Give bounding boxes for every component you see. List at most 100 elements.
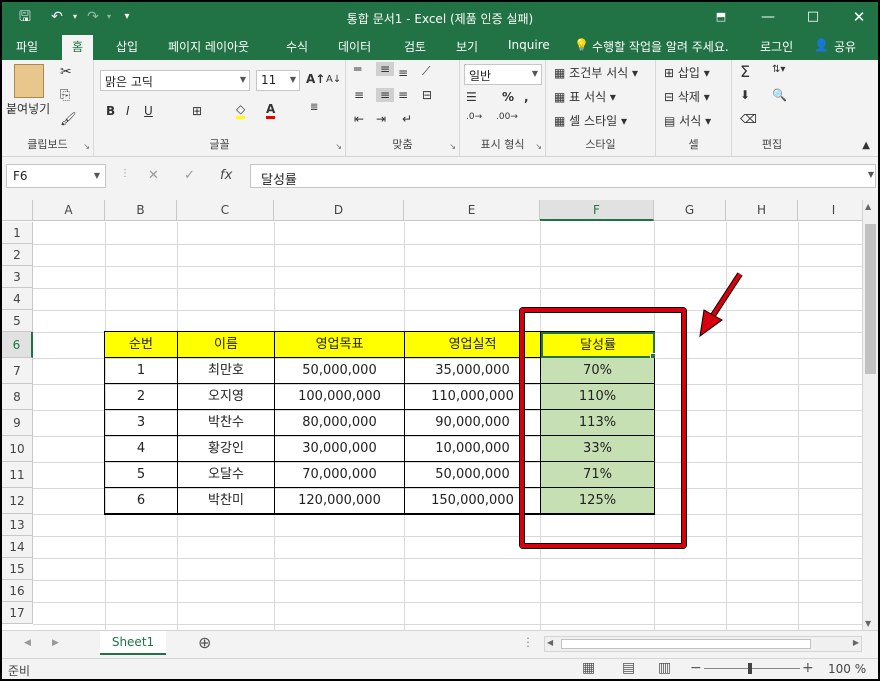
increase-font-icon[interactable]: A↑ <box>306 72 325 86</box>
vertical-scrollbar[interactable]: ▲ ▼ <box>862 200 878 630</box>
phonetic-guide-icon[interactable]: ≣ <box>310 102 318 113</box>
accounting-format-icon[interactable]: ☰ <box>466 90 477 104</box>
dialog-launcher-icon[interactable]: ↘ <box>335 142 342 151</box>
tab-page-layout[interactable]: 페이지 레이아웃 <box>168 38 249 55</box>
comma-style-icon[interactable]: , <box>524 90 529 104</box>
font-color-icon[interactable]: A <box>266 102 276 119</box>
scroll-right-icon[interactable]: ▶ <box>853 638 859 647</box>
scroll-left-icon[interactable]: ◀ <box>547 638 553 647</box>
copy-icon[interactable]: ⎘ <box>60 88 70 103</box>
table-header-cell[interactable]: 영업목표 <box>275 332 405 358</box>
format-cells-button[interactable]: ▤ 서식 ▾ <box>664 112 711 129</box>
formula-input[interactable]: 달성률 <box>250 164 876 188</box>
sign-in-link[interactable]: 로그인 <box>760 38 793 55</box>
dialog-launcher-icon[interactable]: ↘ <box>83 142 90 151</box>
horizontal-scroll-thumb[interactable] <box>561 639 811 649</box>
share-button[interactable]: 공유 <box>834 38 856 55</box>
bold-icon[interactable]: B <box>106 104 115 118</box>
cut-icon[interactable]: ✂ <box>60 64 72 80</box>
table-cell[interactable]: 황강인 <box>178 436 275 462</box>
merge-center-icon[interactable]: ⊟ <box>422 88 432 102</box>
paste-icon[interactable] <box>14 64 44 98</box>
close-icon[interactable]: ✕ <box>848 6 870 28</box>
enter-entry-icon[interactable]: ✓ <box>184 168 195 183</box>
expand-formula-bar-icon[interactable]: ▼ <box>868 170 874 179</box>
increase-decimal-icon[interactable]: .0→ <box>466 112 482 122</box>
number-format-dropdown[interactable]: 일반 ▼ <box>464 64 542 85</box>
format-as-table-button[interactable]: ▦ 표 서식 ▾ <box>554 88 616 105</box>
table-cell[interactable]: 2 <box>105 384 178 410</box>
name-box[interactable]: F6 ▼ <box>6 164 106 188</box>
zoom-level[interactable]: 100 % <box>828 662 866 676</box>
font-name-dropdown[interactable]: 맑은 고딕 ▼ <box>100 70 250 91</box>
percent-style-icon[interactable]: % <box>502 90 514 104</box>
tab-inquire[interactable]: Inquire <box>508 38 550 52</box>
autosum-icon[interactable]: Σ <box>740 62 750 81</box>
table-cell[interactable]: 3 <box>105 410 178 436</box>
table-cell[interactable]: 120,000,000 <box>275 488 405 514</box>
next-sheet-icon[interactable]: ▶ <box>52 638 59 648</box>
orientation-icon[interactable]: ⟋ <box>422 64 430 79</box>
fill-color-icon[interactable]: ◇ <box>236 102 246 119</box>
tab-view[interactable]: 보기 <box>456 38 478 55</box>
decrease-decimal-icon[interactable]: .00→ <box>496 112 518 122</box>
ribbon-display-options-icon[interactable]: ⬒ <box>710 6 732 28</box>
dialog-launcher-icon[interactable]: ↘ <box>535 142 542 151</box>
table-header-cell[interactable]: 순번 <box>105 332 178 358</box>
table-cell[interactable]: 5 <box>105 462 178 488</box>
insert-cells-button[interactable]: ⊞ 삽입 ▾ <box>664 64 710 81</box>
wrap-text-icon[interactable]: ↵ <box>402 112 412 126</box>
table-cell[interactable]: 박찬미 <box>178 488 275 514</box>
underline-icon[interactable]: U <box>144 104 153 118</box>
tell-me-box[interactable]: 수행할 작업을 알려 주세요. <box>592 38 729 55</box>
tab-home[interactable]: 홈 <box>62 35 94 60</box>
cell-styles-button[interactable]: ▦ 셀 스타일 ▾ <box>554 112 627 129</box>
dialog-launcher-icon[interactable]: ↘ <box>449 142 456 151</box>
align-top-icon[interactable]: ═ <box>354 62 361 76</box>
prev-sheet-icon[interactable]: ◀ <box>24 638 31 648</box>
align-middle-icon[interactable]: ≡ <box>376 62 394 76</box>
zoom-slider-thumb[interactable] <box>748 663 752 674</box>
tab-insert[interactable]: 삽입 <box>116 38 138 55</box>
vertical-scroll-thumb[interactable] <box>865 224 876 374</box>
insert-function-icon[interactable]: fx <box>220 168 232 183</box>
table-cell[interactable]: 6 <box>105 488 178 514</box>
table-cell[interactable]: 오지영 <box>178 384 275 410</box>
fill-icon[interactable]: ⬇ <box>740 88 750 102</box>
decrease-font-icon[interactable]: A↓ <box>326 74 341 85</box>
scroll-down-icon[interactable]: ▼ <box>865 619 871 628</box>
decrease-indent-icon[interactable]: ⇤ <box>354 112 364 126</box>
italic-icon[interactable]: I <box>126 104 130 118</box>
minimize-icon[interactable]: — <box>757 6 779 28</box>
zoom-out-icon[interactable]: − <box>690 660 702 676</box>
worksheet-grid[interactable]: A B C D E F G H I 1 2 3 4 5 6 7 8 9 10 1… <box>2 200 862 630</box>
table-header-cell[interactable]: 이름 <box>178 332 275 358</box>
table-cell[interactable]: 70,000,000 <box>275 462 405 488</box>
page-break-preview-icon[interactable]: ▥ <box>658 660 671 676</box>
tab-review[interactable]: 검토 <box>404 38 426 55</box>
new-sheet-icon[interactable]: ⊕ <box>198 633 211 652</box>
zoom-in-icon[interactable]: + <box>802 660 814 676</box>
zoom-slider[interactable] <box>704 668 800 669</box>
scroll-up-icon[interactable]: ▲ <box>865 202 871 211</box>
clear-icon[interactable]: ⌫ <box>740 112 757 126</box>
table-cell[interactable]: 100,000,000 <box>275 384 405 410</box>
table-cell[interactable]: 50,000,000 <box>275 358 405 384</box>
split-handle-icon[interactable]: ⋮ <box>522 635 534 649</box>
tab-file[interactable]: 파일 <box>16 38 38 55</box>
collapse-ribbon-icon[interactable]: ▲ <box>862 140 870 151</box>
table-cell[interactable]: 박찬수 <box>178 410 275 436</box>
table-cell[interactable]: 4 <box>105 436 178 462</box>
conditional-formatting-button[interactable]: ▦ 조건부 서식 ▾ <box>554 64 638 81</box>
table-cell[interactable]: 최만호 <box>178 358 275 384</box>
page-layout-view-icon[interactable]: ▤ <box>622 660 635 676</box>
table-cell[interactable]: 30,000,000 <box>275 436 405 462</box>
tab-data[interactable]: 데이터 <box>338 38 371 55</box>
sort-filter-icon[interactable]: ⇅▾ <box>772 64 785 75</box>
normal-view-icon[interactable]: ▦ <box>582 660 595 676</box>
font-size-dropdown[interactable]: 11 ▼ <box>256 70 300 91</box>
align-right-icon[interactable]: ≡ <box>398 88 408 102</box>
horizontal-scrollbar[interactable]: ◀ ▶ <box>544 636 862 652</box>
cancel-entry-icon[interactable]: ✕ <box>148 168 159 183</box>
maximize-icon[interactable]: □ <box>802 6 824 28</box>
